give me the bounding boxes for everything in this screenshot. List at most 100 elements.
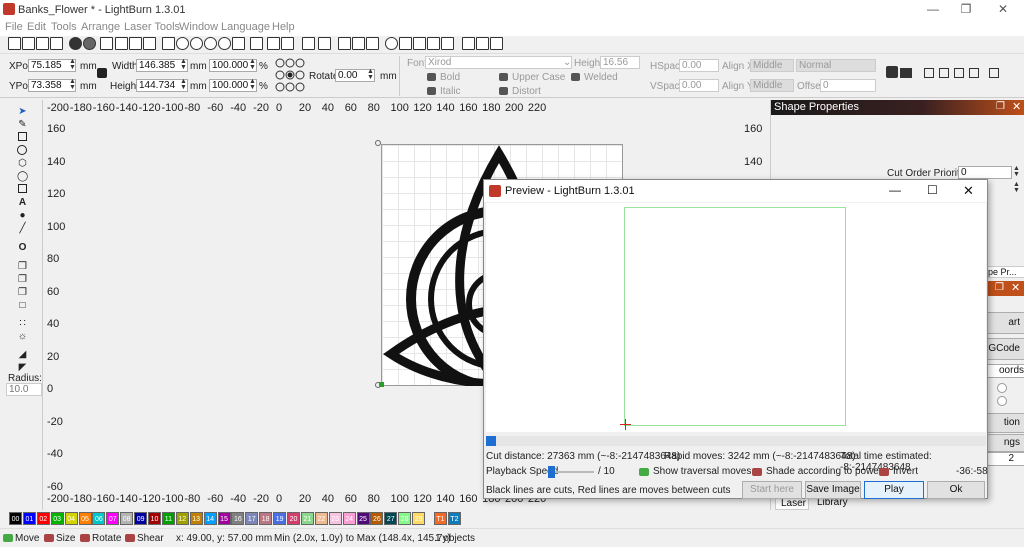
distort-toggle-icon[interactable] [499, 87, 508, 95]
selection-handle[interactable] [375, 140, 381, 146]
import-icon[interactable] [100, 37, 113, 50]
palette-swatch-17[interactable]: 17 [245, 512, 259, 525]
align-tools-icon-4[interactable] [969, 68, 979, 78]
boolean-union-icon[interactable]: ❐ [17, 261, 28, 272]
palette-swatch-18[interactable]: 18 [259, 512, 273, 525]
align-tools-icon-1[interactable] [924, 68, 934, 78]
palette-swatch-21[interactable]: 21 [300, 512, 314, 525]
move-radio-icon[interactable] [3, 534, 13, 542]
palette-swatch-22[interactable]: 22 [314, 512, 328, 525]
slider-handle[interactable] [548, 466, 555, 478]
cut-order-spinner[interactable]: ▲ ▼ [1012, 165, 1021, 179]
menu-help[interactable]: Help [272, 21, 295, 33]
invert-toggle-icon[interactable] [879, 468, 889, 476]
circular-array-icon[interactable]: ☼ [17, 331, 28, 342]
zoom-out-icon[interactable] [190, 37, 203, 50]
palette-swatch-15[interactable]: 15 [217, 512, 231, 525]
palette-swatch-23[interactable]: 23 [328, 512, 342, 525]
ypos-spinner[interactable]: ▲ ▼ [68, 78, 77, 92]
show-traversal-toggle-icon[interactable] [639, 468, 649, 476]
zoom-fit-icon[interactable] [204, 37, 217, 50]
send-icon[interactable] [366, 37, 379, 50]
settings-icon[interactable] [267, 37, 280, 50]
text-tool-icon[interactable]: A [17, 197, 28, 208]
italic-toggle-icon[interactable] [427, 87, 436, 95]
palette-swatch-T2[interactable]: T2 [447, 512, 461, 525]
menu-edit[interactable]: Edit [27, 21, 46, 33]
round-corner-icon[interactable]: ◤ [17, 362, 28, 373]
save-image-button[interactable]: Save Image [805, 481, 861, 499]
camera-icon[interactable] [232, 37, 245, 50]
save-icon[interactable] [36, 37, 49, 50]
corner-tool-icon[interactable]: ◢ [17, 349, 28, 360]
menu-language[interactable]: Language [221, 21, 270, 33]
menu-laser-tools[interactable]: Laser Tools [124, 21, 180, 33]
align-x-select[interactable]: Middle [750, 59, 794, 72]
tools-icon[interactable] [281, 37, 294, 50]
weld-icon[interactable]: □ [17, 300, 28, 311]
ellipse-tool-icon[interactable] [17, 145, 27, 155]
select-tool-icon[interactable]: ➤ [17, 106, 28, 117]
radius-input[interactable]: 10.0 [6, 383, 42, 396]
float-laser-panel-icon[interactable]: ❐ [995, 282, 1004, 293]
minimize-icon[interactable]: — [925, 2, 941, 16]
palette-swatch-28[interactable]: 28 [398, 512, 412, 525]
scale-height-spinner[interactable]: ▲ ▼ [248, 78, 257, 92]
float-panel-icon[interactable]: ❐ [996, 101, 1005, 112]
playback-speed-slider[interactable] [548, 466, 594, 478]
palette-swatch-13[interactable]: 13 [189, 512, 203, 525]
maximize-icon[interactable]: ❐ [958, 2, 974, 16]
palette-swatch-02[interactable]: 02 [36, 512, 50, 525]
delete-icon[interactable] [143, 37, 156, 50]
preview-maximize-icon[interactable]: ☐ [927, 183, 938, 197]
hspace-input[interactable]: 0.00 [679, 59, 719, 72]
palette-swatch-08[interactable]: 08 [120, 512, 134, 525]
laser-settings-icon[interactable] [900, 68, 912, 78]
undo-icon[interactable] [69, 37, 82, 50]
copy-icon[interactable] [129, 37, 142, 50]
palette-swatch-00[interactable]: 00 [9, 512, 22, 525]
align-icon-2[interactable] [413, 37, 426, 50]
vspace-input[interactable]: 0.00 [679, 79, 719, 92]
distribute-h-icon[interactable] [462, 37, 475, 50]
offset-tool-icon[interactable]: O [17, 242, 28, 253]
close-icon[interactable]: ✕ [995, 2, 1011, 16]
palette-swatch-09[interactable]: 09 [134, 512, 148, 525]
close-panel-icon[interactable]: ✕ [1012, 100, 1021, 113]
ok-button[interactable]: Ok [927, 481, 985, 499]
edit-nodes-icon[interactable]: ✎ [17, 119, 28, 130]
shape-tool-icon[interactable]: ◯ [17, 171, 28, 182]
bold-toggle-icon[interactable] [427, 73, 436, 81]
palette-swatch-24[interactable]: 24 [342, 512, 356, 525]
height-spinner[interactable]: ▲ ▼ [179, 78, 188, 92]
rotate-spinner[interactable]: ▲ ▼ [366, 68, 375, 82]
scale-width-spinner[interactable]: ▲ ▼ [248, 58, 257, 72]
measure-tool-icon[interactable]: ╱ [17, 223, 28, 234]
align-icon-4[interactable] [441, 37, 454, 50]
cut-icon[interactable] [115, 37, 128, 50]
palette-swatch-29[interactable]: 29 [412, 512, 426, 525]
menu-window[interactable]: Window [179, 21, 218, 33]
align-tools-icon-2[interactable] [939, 68, 949, 78]
grid-array-icon[interactable]: ∷ [17, 318, 28, 329]
preview-progress-track[interactable] [486, 436, 986, 446]
menu-tools[interactable]: Tools [51, 21, 77, 33]
group-icon[interactable] [302, 37, 315, 50]
cut-order-input[interactable]: 0 [958, 166, 1012, 179]
zoom-page-icon[interactable] [218, 37, 231, 50]
palette-swatch-07[interactable]: 07 [106, 512, 120, 525]
align-y-select[interactable]: Middle [750, 79, 794, 92]
palette-swatch-04[interactable]: 04 [64, 512, 78, 525]
play-button[interactable]: Play [864, 481, 924, 499]
rectangle-tool-icon[interactable] [18, 132, 27, 141]
new-file-icon[interactable] [8, 37, 21, 50]
mirror-h-icon[interactable] [338, 37, 351, 50]
font-height-input[interactable]: 16.56 [600, 56, 640, 69]
center-icon[interactable] [385, 37, 398, 50]
palette-swatch-T1[interactable]: T1 [434, 512, 447, 525]
radio-option-icon[interactable] [997, 383, 1007, 393]
palette-swatch-16[interactable]: 16 [231, 512, 245, 525]
palette-swatch-01[interactable]: 01 [22, 512, 36, 525]
palette-swatch-05[interactable]: 05 [78, 512, 92, 525]
size-radio-icon[interactable] [44, 534, 54, 542]
